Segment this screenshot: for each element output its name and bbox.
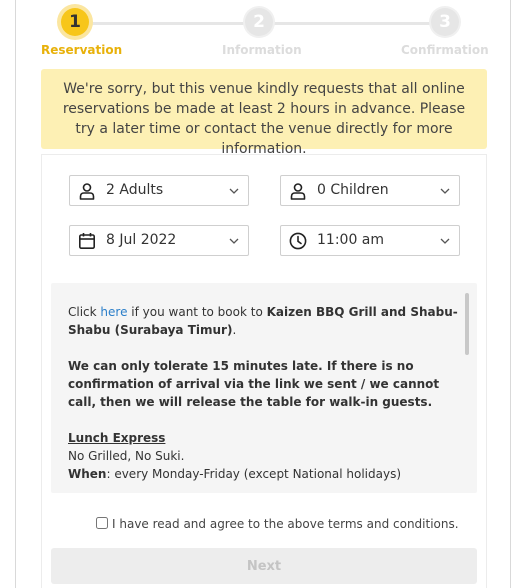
lunch-section: Lunch Express No Grilled, No Suki. When:…: [68, 429, 458, 483]
step-3-label: Confirmation: [401, 43, 489, 57]
late-policy-text: We can only tolerate 15 minutes late. If…: [68, 359, 440, 409]
progress-stepper: 1 2 3 Reservation Information Confirmati…: [0, 0, 525, 62]
time-select[interactable]: 11:00 am: [280, 225, 460, 256]
step-1-circle: 1: [61, 8, 89, 36]
person-icon: [290, 183, 306, 200]
chevron-down-icon: [440, 188, 450, 194]
chevron-down-icon: [440, 238, 450, 244]
clock-icon: [289, 232, 307, 250]
terms-text: Click: [68, 305, 101, 319]
agree-terms-checkbox[interactable]: [96, 517, 108, 529]
date-value: 8 Jul 2022: [106, 232, 177, 248]
chevron-down-icon: [229, 188, 239, 194]
adults-select[interactable]: 2 Adults: [69, 175, 249, 206]
step-2-circle: 2: [245, 8, 273, 36]
next-button[interactable]: Next: [51, 548, 477, 584]
stepper-line-1: [87, 22, 245, 25]
lunch-when: When: every Monday-Friday (except Nation…: [68, 465, 458, 483]
venue-link-paragraph: Click here if you want to book to Kaizen…: [68, 303, 458, 339]
lunch-title-text: Lunch Express: [68, 431, 166, 445]
here-link[interactable]: here: [100, 305, 127, 319]
late-policy: We can only tolerate 15 minutes late. If…: [68, 357, 458, 411]
time-value: 11:00 am: [317, 232, 385, 248]
lunch-desc: No Grilled, No Suki.: [68, 449, 185, 463]
terms-content: Click here if you want to book to Kaizen…: [68, 303, 458, 483]
stepper-line-2: [271, 22, 431, 25]
calendar-icon: [78, 233, 95, 249]
agree-terms-label: I have read and agree to the above terms…: [112, 517, 459, 531]
when-value: : every Monday-Friday (except National h…: [106, 467, 402, 481]
adults-value: 2 Adults: [106, 182, 164, 198]
step-3-circle: 3: [431, 8, 459, 36]
step-1-label: Reservation: [41, 43, 123, 57]
date-select[interactable]: 8 Jul 2022: [69, 225, 249, 256]
terms-scrollbar[interactable]: [465, 293, 469, 355]
children-select[interactable]: 0 Children: [280, 175, 460, 206]
when-label: When: [68, 467, 107, 481]
terms-text: if you want to book to: [127, 305, 267, 319]
person-icon: [79, 183, 95, 200]
lunch-title: Lunch Express: [68, 429, 458, 447]
children-value: 0 Children: [317, 182, 389, 198]
step-2-label: Information: [222, 43, 302, 57]
agree-terms-row[interactable]: I have read and agree to the above terms…: [96, 515, 459, 533]
advance-booking-notice: We're sorry, but this venue kindly reque…: [41, 69, 487, 157]
terms-box[interactable]: Click here if you want to book to Kaizen…: [51, 283, 477, 493]
terms-text: .: [232, 323, 237, 337]
chevron-down-icon: [229, 238, 239, 244]
